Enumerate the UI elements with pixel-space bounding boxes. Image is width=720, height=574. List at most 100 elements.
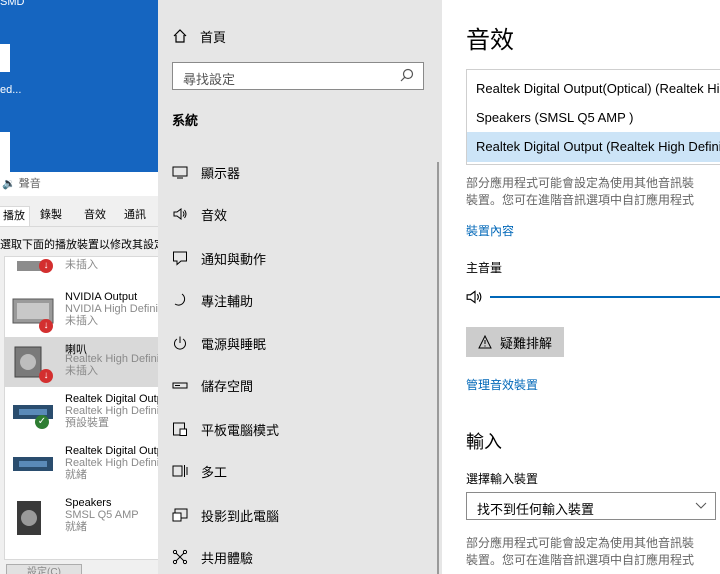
device-name: NVIDIA Output (65, 291, 138, 303)
sidebar-item-label: 投影到此電腦 (201, 508, 280, 524)
device-status: 未插入 (65, 259, 98, 271)
device-item[interactable]: ✓ Realtek Digital Output Realtek High De… (5, 389, 158, 439)
sidebar-item-label: 儲存空間 (201, 378, 254, 394)
nav-home[interactable]: 首頁 (172, 26, 226, 46)
sidebar-item-sound[interactable]: 音效 (172, 204, 227, 224)
sound-settings-page: 音效 Realtek Digital Output(Optical) (Real… (442, 0, 720, 574)
volume-track[interactable] (490, 296, 720, 298)
device-status: 未插入 (65, 315, 98, 327)
input-description-line: 部分應用程式可能會設定為使用其他音訊裝 (466, 536, 695, 550)
device-driver: Realtek High Definition Audio (65, 405, 158, 417)
output-device-option[interactable]: Realtek Digital Output(Optical) (Realtek… (467, 74, 720, 104)
desktop-icon-label: ed... (0, 84, 22, 96)
dialog-title: 聲音 (18, 178, 41, 190)
device-status: 預設裝置 (65, 417, 109, 429)
digital-output-device-icon (13, 405, 53, 419)
input-section-title: 輸入 (466, 432, 502, 452)
sidebar-item-multitasking[interactable]: 多工 (172, 461, 227, 481)
sidebar-item-label: 音效 (201, 207, 228, 223)
page-title: 音效 (466, 27, 514, 54)
desktop-file-icon[interactable] (0, 44, 10, 72)
output-device-option-selected[interactable]: Realtek Digital Output (Realtek High Def… (467, 132, 720, 162)
search-input[interactable]: 尋找設定 (172, 62, 424, 90)
nav-home-label: 首頁 (200, 29, 227, 45)
input-device-select[interactable]: 找不到任何輸入裝置 (466, 492, 716, 520)
sidebar-item-display[interactable]: 顯示器 (172, 162, 240, 182)
device-item[interactable]: Speakers SMSL Q5 AMP 就緒 (5, 493, 158, 543)
settings-sidebar: 首頁 尋找設定 系統 顯示器 音效 通知與動作 專注輔助 電源與睡眠 儲存空間 (158, 0, 442, 574)
device-status: 未插入 (65, 365, 98, 377)
moon-icon (174, 293, 186, 306)
troubleshoot-label: 疑難排解 (500, 335, 553, 351)
sidebar-item-tablet-mode[interactable]: 平板電腦模式 (172, 419, 279, 439)
input-description-line: 裝置。您可在進階音訊選項中自訂應用程式 (466, 553, 695, 567)
power-icon (174, 336, 186, 350)
device-status: 就緒 (65, 521, 87, 533)
tablet-icon (173, 422, 187, 436)
sidebar-item-label: 顯示器 (201, 165, 241, 181)
device-name: Realtek Digital Output (65, 445, 158, 457)
choose-input-label: 選擇輸入裝置 (466, 472, 539, 486)
device-item[interactable]: ↓ NVIDIA Output NVIDIA High Definition A… (5, 287, 158, 337)
tab-playback[interactable]: 播放 (0, 206, 30, 226)
unplugged-badge-icon: ↓ (39, 369, 53, 383)
sidebar-item-focus-assist[interactable]: 專注輔助 (172, 290, 253, 310)
section-heading: 系統 (172, 113, 199, 128)
output-device-dropdown-list[interactable]: Realtek Digital Output(Optical) (Realtek… (466, 69, 720, 165)
storage-icon (172, 382, 188, 389)
output-device-option[interactable]: Speakers (SMSL Q5 AMP ) (467, 103, 720, 133)
output-description-line: 部分應用程式可能會設定為使用其他音訊裝 (466, 176, 695, 190)
device-driver: NVIDIA High Definition Audio (65, 303, 158, 315)
sidebar-item-label: 通知與動作 (201, 251, 267, 267)
sidebar-item-label: 專注輔助 (201, 293, 254, 309)
device-name: Speakers (65, 497, 112, 509)
dialog-tabs: 播放 錄製 音效 通訊 (0, 206, 158, 227)
search-icon (400, 68, 414, 82)
device-item[interactable]: Realtek Digital Output Realtek High Defi… (5, 441, 158, 491)
sidebar-item-label: 平板電腦模式 (201, 422, 280, 438)
sidebar-item-shared-experiences[interactable]: 共用體驗 (172, 547, 253, 567)
default-checkmark-icon: ✓ (35, 415, 49, 429)
sidebar-item-label: 電源與睡眠 (201, 336, 267, 352)
multitask-icon (172, 465, 188, 477)
digital-output-device-icon (13, 457, 53, 471)
project-icon (172, 508, 188, 522)
desktop-icon-label: SMD (0, 0, 25, 8)
sidebar-scrollbar[interactable] (437, 162, 439, 574)
input-device-value: 找不到任何輸入裝置 (477, 502, 595, 517)
master-volume-slider[interactable] (466, 288, 720, 306)
device-driver: Realtek High Definition Audio (65, 353, 158, 365)
sound-icon: 🔉 (2, 178, 16, 190)
device-status: 就緒 (65, 469, 87, 481)
dialog-instruction: 選取下面的播放裝置以修改其設定 (0, 239, 158, 251)
dialog-title-bar: 🔉 聲音 (0, 172, 158, 196)
tab-communications[interactable]: 通訊 (118, 206, 152, 225)
sidebar-item-notifications[interactable]: 通知與動作 (172, 248, 266, 268)
speaker-device-icon (17, 501, 41, 535)
manage-sound-devices-link[interactable]: 管理音效裝置 (466, 376, 538, 393)
sidebar-item-label: 多工 (201, 464, 228, 480)
sidebar-item-power[interactable]: 電源與睡眠 (172, 333, 266, 353)
desktop-file-icon[interactable] (0, 132, 10, 172)
speaker-icon (173, 208, 187, 220)
chevron-down-icon (695, 502, 707, 509)
sound-dialog: 🔉 聲音 播放 錄製 音效 通訊 選取下面的播放裝置以修改其設定 ↓ 未插入 ↓… (0, 172, 159, 574)
output-description-line: 裝置。您可在進階音訊選項中自訂應用程式 (466, 193, 695, 207)
tab-recording[interactable]: 錄製 (34, 206, 68, 225)
desktop-background: SMD ed... (0, 0, 158, 172)
troubleshoot-button[interactable]: 疑難排解 (466, 327, 564, 357)
sidebar-item-project[interactable]: 投影到此電腦 (172, 505, 279, 525)
search-placeholder: 尋找設定 (183, 72, 236, 87)
sidebar-item-storage[interactable]: 儲存空間 (172, 375, 253, 395)
warning-icon (478, 335, 492, 349)
sidebar-item-label: 共用體驗 (201, 550, 254, 566)
configure-button[interactable]: 設定(C) (6, 564, 82, 574)
device-item-selected[interactable]: ↓ 喇叭 Realtek High Definition Audio 未插入 (5, 337, 158, 387)
device-item[interactable]: ↓ 未插入 (5, 257, 158, 285)
device-properties-link[interactable]: 裝置內容 (466, 222, 514, 239)
tab-sounds[interactable]: 音效 (78, 206, 112, 225)
master-volume-label: 主音量 (466, 261, 503, 275)
volume-icon[interactable] (466, 288, 484, 306)
playback-device-list[interactable]: ↓ 未插入 ↓ NVIDIA Output NVIDIA High Defini… (4, 256, 158, 560)
shared-icon (172, 549, 188, 565)
